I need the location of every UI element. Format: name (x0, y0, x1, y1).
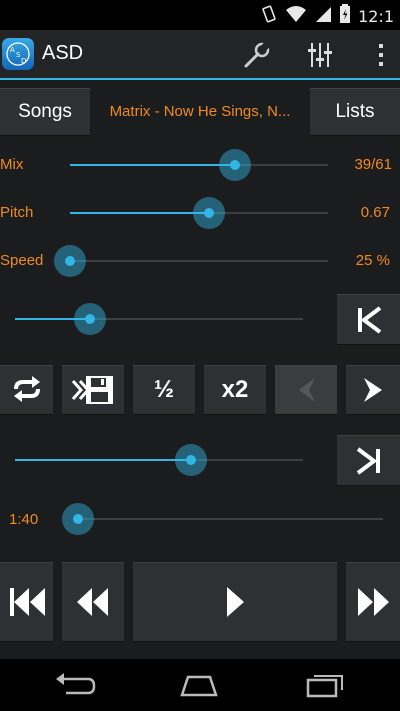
status-bar: 12:1 (0, 0, 400, 30)
playback-position-thumb[interactable] (62, 503, 94, 535)
app-logo-icon: A S D (6, 42, 30, 66)
pitch-slider-fill (70, 212, 210, 214)
speed-slider[interactable] (54, 245, 328, 277)
speed-slider-thumb[interactable] (54, 245, 86, 277)
loop-end-fill (15, 459, 191, 461)
home-icon[interactable] (178, 671, 220, 699)
pitch-value: 0.67 (360, 204, 390, 221)
save-loop-icon (71, 376, 113, 404)
save-loop-button[interactable] (62, 365, 124, 415)
skip-previous-button[interactable] (0, 562, 53, 642)
play-button[interactable] (133, 562, 337, 642)
tab-row: Songs Matrix - Now He Sings, N... Lists (0, 88, 400, 136)
skip-to-start-icon (357, 305, 381, 334)
loop-start-thumb[interactable] (73, 303, 106, 335)
playback-position-slider[interactable] (62, 503, 383, 535)
wrench-icon[interactable] (242, 40, 272, 70)
speed-label: Speed (0, 252, 44, 269)
mix-slider-fill (70, 164, 236, 166)
clock: 12:1 (358, 7, 394, 26)
rewind-button[interactable] (62, 562, 124, 642)
loop-end-thumb[interactable] (174, 444, 207, 476)
back-icon[interactable] (54, 671, 96, 699)
svg-text:A: A (10, 46, 15, 54)
svg-text:D: D (21, 57, 26, 65)
vibrate-icon (260, 5, 278, 28)
app-icon[interactable]: A S D (2, 38, 34, 70)
signal-icon (314, 5, 332, 28)
action-bar: A S D ASD (0, 30, 400, 80)
loop-start-set-button[interactable] (337, 294, 400, 345)
pitch-slider-thumb[interactable] (193, 197, 226, 229)
play-icon (227, 587, 244, 617)
fast-forward-button[interactable] (346, 562, 400, 642)
app-title: ASD (42, 42, 84, 64)
loop-end-slider[interactable] (15, 444, 303, 476)
mix-value: 39/61 (354, 156, 392, 173)
previous-button-disabled[interactable] (275, 365, 337, 415)
overflow-menu-icon[interactable] (366, 40, 396, 70)
skip-previous-icon (9, 588, 45, 616)
rewind-icon (77, 588, 108, 616)
fast-forward-icon (358, 588, 389, 616)
pitch-label: Pitch (0, 204, 34, 221)
double-speed-label: x2 (221, 376, 249, 403)
mix-label: Mix (0, 156, 24, 173)
loop-end-set-button[interactable] (337, 435, 400, 486)
repeat-icon (13, 376, 40, 402)
recent-apps-icon[interactable] (304, 671, 346, 699)
pitch-slider[interactable] (70, 197, 328, 229)
repeat-button[interactable] (0, 365, 53, 415)
songs-tab[interactable]: Songs (0, 88, 90, 136)
double-speed-button[interactable]: x2 (204, 365, 266, 415)
mix-slider-thumb[interactable] (219, 149, 252, 181)
arrow-right-icon (364, 378, 382, 402)
loop-start-slider[interactable] (15, 303, 303, 335)
battery-icon (339, 4, 351, 29)
wifi-icon (285, 5, 307, 28)
half-speed-button[interactable]: ½ (133, 365, 195, 415)
speed-value: 25 % (355, 252, 390, 269)
next-button[interactable] (346, 365, 400, 415)
playback-time: 1:40 (9, 511, 39, 528)
half-speed-label: ½ (153, 376, 174, 403)
skip-to-end-icon (356, 446, 380, 475)
arrow-left-icon (299, 378, 315, 402)
equalizer-icon[interactable] (305, 40, 335, 70)
current-track-title: Matrix - Now He Sings, N... (109, 102, 291, 120)
navigation-bar (0, 659, 400, 711)
mix-slider[interactable] (70, 149, 328, 181)
lists-tab[interactable]: Lists (310, 88, 400, 136)
